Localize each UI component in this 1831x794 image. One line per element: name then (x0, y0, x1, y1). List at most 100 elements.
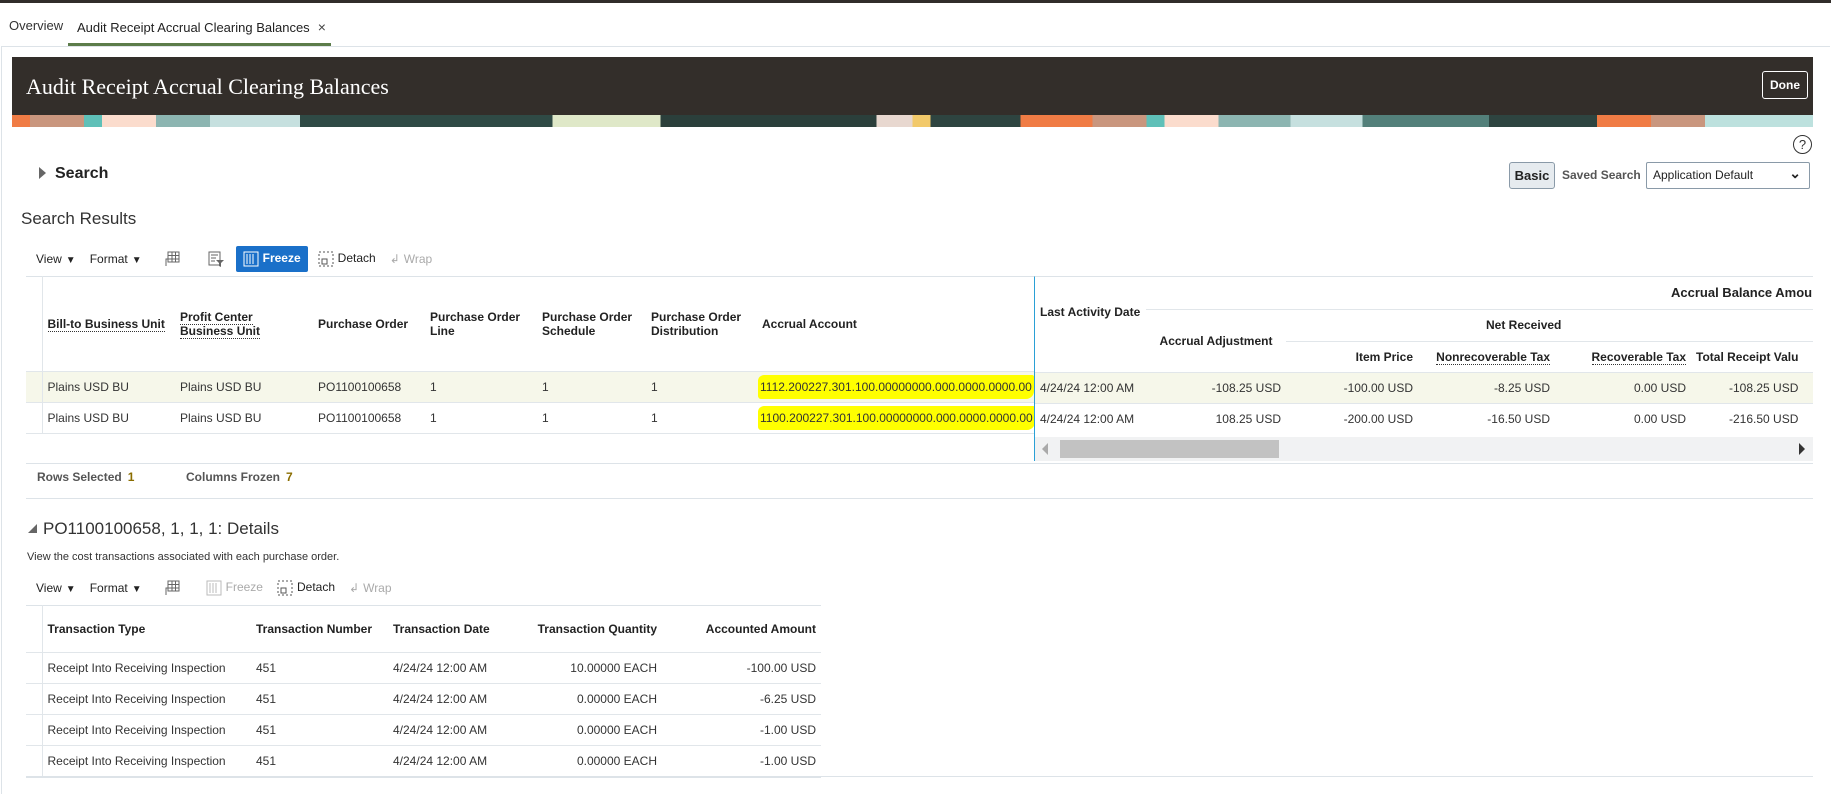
details-title: PO1100100658, 1, 1, 1: Details (43, 519, 279, 538)
cell-schedule: 1 (537, 371, 646, 403)
details-disclosure[interactable]: PO1100100658, 1, 1, 1: Details (28, 519, 279, 539)
table-row[interactable]: Receipt Into Receiving Inspection 451 4/… (26, 652, 821, 684)
col-total-receipt[interactable]: Total Receipt Valu (1691, 341, 1813, 372)
col-po-schedule[interactable]: Purchase Order Schedule (537, 277, 646, 372)
details-toolbar: View ▼ Format ▼ Freeze Detach ↲ Wrap (36, 574, 406, 601)
search-results-title: Search Results (21, 209, 137, 228)
cell-amount: -6.25 USD (662, 683, 821, 715)
scroll-right-icon[interactable] (1799, 443, 1805, 455)
col-transaction-date[interactable]: Transaction Date (388, 606, 519, 653)
chevron-down-icon: ⌄ (1789, 165, 1801, 181)
table-row[interactable]: Receipt Into Receiving Inspection 451 4/… (26, 745, 821, 777)
wrap-button[interactable]: ↲ Wrap (390, 252, 433, 266)
details-table: Transaction Type Transaction Number Tran… (26, 605, 821, 778)
col-accrual-adjustment[interactable]: Accrual Adjustment (1146, 309, 1286, 372)
col-last-activity[interactable]: Last Activity Date (1035, 277, 1146, 372)
cell-date: 4/24/24 12:00 AM (388, 745, 519, 777)
table-row[interactable]: 4/24/24 12:00 AM 108.25 USD -200.00 USD … (1035, 402, 1813, 434)
detach-button[interactable]: Detach (277, 580, 335, 596)
row-selector[interactable] (26, 683, 43, 715)
format-menu[interactable]: Format ▼ (90, 252, 142, 266)
row-selector[interactable] (26, 714, 43, 746)
scroll-left-icon[interactable] (1042, 443, 1048, 455)
saved-search-label: Saved Search (1562, 168, 1641, 182)
table-row[interactable]: Plains USD BU Plains USD BU PO1100100658… (26, 402, 1035, 434)
basic-button[interactable]: Basic (1509, 162, 1555, 189)
wrap-button[interactable]: ↲ Wrap (349, 581, 392, 595)
cell-rec: 0.00 USD (1555, 402, 1691, 434)
col-po-line[interactable]: Purchase Order Line (425, 277, 537, 372)
column-grid-icon[interactable] (164, 580, 184, 596)
cell-bill-to: Plains USD BU (42, 371, 175, 403)
col-transaction-quantity[interactable]: Transaction Quantity (519, 606, 662, 653)
table-row[interactable]: Receipt Into Receiving Inspection 451 4/… (26, 683, 821, 715)
cell-line: 1 (425, 371, 537, 403)
close-icon[interactable]: × (318, 19, 326, 35)
row-selector-header (26, 605, 43, 653)
search-disclosure[interactable]: Search (39, 165, 108, 183)
saved-search-select[interactable]: Application Default ⌄ (1646, 162, 1810, 189)
col-rec-tax[interactable]: Recoverable Tax (1555, 341, 1691, 372)
cell-distribution: 1 (646, 371, 757, 403)
rows-selected: Rows Selected 1 (37, 470, 135, 484)
col-transaction-type[interactable]: Transaction Type (42, 606, 251, 653)
table-row[interactable]: 4/24/24 12:00 AM -108.25 USD -100.00 USD… (1035, 371, 1813, 403)
done-button[interactable]: Done (1762, 71, 1808, 99)
table-row[interactable]: Receipt Into Receiving Inspection 451 4/… (26, 714, 821, 746)
cell-number: 451 (251, 683, 388, 715)
cell-adjustment: -108.25 USD (1146, 371, 1286, 403)
highlighted-account: 1100.200227.301.100.00000000.000.0000.00… (758, 406, 1035, 430)
cell-total: -108.25 USD (1691, 371, 1813, 403)
cell-date: 4/24/24 12:00 AM (1035, 371, 1146, 403)
tab-label: Audit Receipt Accrual Clearing Balances (77, 20, 310, 35)
saved-search-value: Application Default (1653, 168, 1754, 182)
results-toolbar: View ▼ Format ▼ Freeze Detach ↲ Wrap (36, 245, 446, 272)
cell-nonrec: -8.25 USD (1418, 371, 1555, 403)
col-accounted-amount[interactable]: Accounted Amount (662, 606, 821, 653)
cell-quantity: 0.00000 EACH (519, 714, 662, 746)
col-transaction-number[interactable]: Transaction Number (251, 606, 388, 653)
col-profit-center[interactable]: Profit Center Business Unit (175, 277, 313, 372)
column-grid-icon[interactable] (164, 251, 184, 267)
cell-amount: -100.00 USD (662, 652, 821, 684)
cell-number: 451 (251, 745, 388, 777)
col-po-distribution[interactable]: Purchase Order Distribution (646, 277, 757, 372)
cell-item-price: -200.00 USD (1286, 402, 1418, 434)
cell-quantity: 0.00000 EACH (519, 683, 662, 715)
tab-overview[interactable]: Overview (9, 18, 63, 33)
decorative-banner (12, 115, 1813, 127)
horizontal-scrollbar[interactable] (1034, 437, 1813, 461)
row-selector[interactable] (26, 652, 43, 684)
col-bill-to[interactable]: Bill-to Business Unit (42, 277, 175, 372)
freeze-button[interactable]: Freeze (206, 580, 263, 596)
col-item-price[interactable]: Item Price (1286, 341, 1418, 372)
row-selector[interactable] (26, 371, 43, 403)
cell-date: 4/24/24 12:00 AM (388, 652, 519, 684)
row-selector-header (26, 276, 43, 372)
view-menu[interactable]: View ▼ (36, 581, 76, 595)
cell-type: Receipt Into Receiving Inspection (42, 683, 251, 715)
cell-po: PO1100100658 (313, 402, 425, 434)
cell-date: 4/24/24 12:00 AM (1035, 402, 1146, 434)
details-description: View the cost transactions associated wi… (27, 551, 340, 563)
results-table-scrollable[interactable]: Last Activity Date Accrual Balance Amou … (1034, 276, 1813, 437)
tab-audit-receipt-accrual[interactable]: Audit Receipt Accrual Clearing Balances × (68, 12, 331, 46)
col-nonrec-tax[interactable]: Nonrecoverable Tax (1418, 341, 1555, 372)
detach-button[interactable]: Detach (318, 251, 376, 267)
table-row[interactable]: Plains USD BU Plains USD BU PO1100100658… (26, 371, 1035, 403)
help-icon[interactable]: ? (1793, 135, 1812, 154)
divider (26, 463, 1813, 464)
group-net-received: Net Received (1286, 309, 1813, 342)
view-menu[interactable]: View ▼ (36, 252, 76, 266)
freeze-button[interactable]: Freeze (235, 245, 308, 272)
query-filter-icon[interactable] (208, 251, 228, 267)
row-selector[interactable] (26, 745, 43, 777)
col-po[interactable]: Purchase Order (313, 277, 425, 372)
scrollbar-thumb[interactable] (1060, 440, 1279, 458)
collapse-icon (28, 524, 37, 533)
divider (821, 776, 1813, 777)
format-menu[interactable]: Format ▼ (90, 581, 142, 595)
col-accrual-account[interactable]: Accrual Account (757, 277, 1035, 372)
cell-account: 1112.200227.301.100.00000000.000.0000.00… (757, 371, 1035, 403)
row-selector[interactable] (26, 402, 43, 434)
